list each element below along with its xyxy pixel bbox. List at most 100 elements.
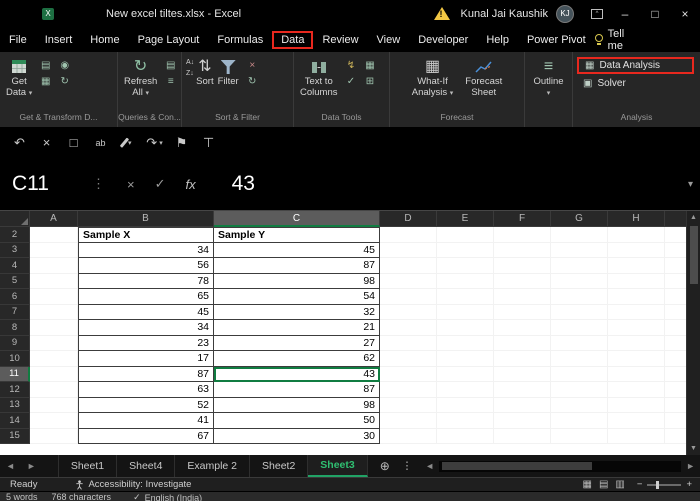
cell[interactable] (437, 382, 494, 398)
cell[interactable] (608, 258, 665, 274)
text-ab-icon[interactable]: ab (87, 138, 114, 148)
column-header-d[interactable]: D (380, 211, 437, 227)
column-header-partial[interactable] (665, 211, 686, 227)
cell[interactable] (608, 243, 665, 259)
cell[interactable] (380, 320, 437, 336)
warning-icon[interactable]: ! (433, 6, 451, 21)
tab-help[interactable]: Help (477, 31, 518, 49)
zoom-slider-thumb[interactable] (656, 481, 659, 489)
cell[interactable] (380, 398, 437, 414)
accessibility-status[interactable]: Accessibility: Investigate (75, 479, 191, 490)
user-name[interactable]: Kunal Jai Kaushik (461, 8, 548, 20)
select-all-corner[interactable] (0, 211, 30, 227)
row-header[interactable]: 7 (0, 305, 30, 321)
sheet-tab-example2[interactable]: Example 2 (175, 455, 250, 477)
cell[interactable] (551, 274, 608, 290)
cell[interactable] (494, 413, 551, 429)
cell[interactable]: 23 (78, 336, 214, 352)
cell[interactable] (30, 243, 78, 259)
cell[interactable] (665, 336, 686, 352)
cell[interactable] (608, 367, 665, 383)
consolidate-icon[interactable]: ⊞ (363, 75, 378, 88)
name-box[interactable]: C11 (0, 172, 92, 196)
formula-input[interactable]: 43 (232, 172, 255, 196)
scroll-left-icon[interactable]: ◄ (420, 461, 439, 471)
cell[interactable] (437, 227, 494, 243)
cell[interactable] (494, 243, 551, 259)
cell[interactable] (380, 351, 437, 367)
row-header[interactable]: 12 (0, 382, 30, 398)
cell[interactable] (665, 243, 686, 259)
cell[interactable] (30, 320, 78, 336)
tab-developer[interactable]: Developer (409, 31, 477, 49)
cell[interactable] (437, 336, 494, 352)
scroll-up-icon[interactable]: ▲ (690, 211, 697, 224)
menu-dots-icon[interactable]: ⋮ (92, 176, 105, 192)
row-header-selected[interactable]: 11 (0, 367, 30, 383)
cell[interactable] (437, 351, 494, 367)
vertical-scrollbar[interactable]: ▲ ▼ (686, 211, 700, 455)
cell[interactable] (380, 367, 437, 383)
sort-az-icon[interactable]: A↓ (186, 59, 194, 67)
cell[interactable] (494, 367, 551, 383)
cell[interactable] (437, 398, 494, 414)
recent-sources-icon[interactable]: ↻ (57, 75, 72, 88)
cell[interactable] (608, 227, 665, 243)
cell[interactable] (551, 243, 608, 259)
tab-file[interactable]: File (0, 31, 36, 49)
cell[interactable] (30, 367, 78, 383)
cell[interactable]: Sample X (78, 227, 214, 243)
cell[interactable] (437, 305, 494, 321)
cell[interactable]: 34 (78, 243, 214, 259)
add-sheet-icon[interactable]: ⊕ (380, 459, 390, 473)
tab-page-layout[interactable]: Page Layout (129, 31, 209, 49)
text-to-columns-button[interactable]: Text to Columns (300, 57, 338, 99)
row-header[interactable]: 10 (0, 351, 30, 367)
flash-fill-icon[interactable]: ↯ (344, 59, 359, 72)
what-if-analysis-button[interactable]: ▦ What-If Analysis ▾ (412, 57, 454, 99)
tab-view[interactable]: View (368, 31, 410, 49)
cell[interactable]: 34 (78, 320, 214, 336)
outline-button[interactable]: ≡ Outline ▾ (531, 57, 566, 99)
cell[interactable] (551, 382, 608, 398)
cell[interactable] (380, 413, 437, 429)
cell[interactable] (665, 413, 686, 429)
row-header[interactable]: 15 (0, 429, 30, 445)
sheet-tab-sheet2[interactable]: Sheet2 (250, 455, 308, 477)
cell[interactable]: 27 (214, 336, 380, 352)
data-validation-icon[interactable]: ✓ (344, 75, 359, 88)
view-page-layout-icon[interactable]: ▤ (599, 479, 608, 490)
cell[interactable]: 87 (214, 258, 380, 274)
cell[interactable]: 87 (214, 382, 380, 398)
row-header[interactable]: 8 (0, 320, 30, 336)
get-data-button[interactable]: Get Data ▾ (6, 57, 32, 99)
cell[interactable] (494, 227, 551, 243)
cell[interactable] (608, 274, 665, 290)
cell[interactable] (30, 413, 78, 429)
cell[interactable]: 50 (214, 413, 380, 429)
cell[interactable]: 21 (214, 320, 380, 336)
cancel-icon[interactable]: × (127, 177, 135, 192)
row-header[interactable]: 5 (0, 274, 30, 290)
cell[interactable] (494, 429, 551, 445)
forecast-sheet-button[interactable]: Forecast Sheet (465, 57, 502, 99)
cell[interactable] (665, 227, 686, 243)
cell[interactable] (30, 351, 78, 367)
cell[interactable] (380, 227, 437, 243)
cell[interactable] (665, 289, 686, 305)
cell[interactable]: 67 (78, 429, 214, 445)
cell[interactable] (608, 429, 665, 445)
cell[interactable] (437, 289, 494, 305)
cell[interactable] (437, 258, 494, 274)
cell[interactable] (494, 289, 551, 305)
row-header[interactable]: 14 (0, 413, 30, 429)
scroll-down-icon[interactable]: ▼ (690, 442, 697, 455)
tab-scroll-right-icon[interactable]: ► (21, 461, 42, 471)
cell[interactable] (380, 336, 437, 352)
cell[interactable] (665, 258, 686, 274)
cell[interactable] (437, 274, 494, 290)
scroll-right-icon[interactable]: ► (681, 461, 700, 471)
cell[interactable] (380, 289, 437, 305)
cell[interactable]: 56 (78, 258, 214, 274)
from-text-icon[interactable]: ▤ (38, 59, 53, 72)
